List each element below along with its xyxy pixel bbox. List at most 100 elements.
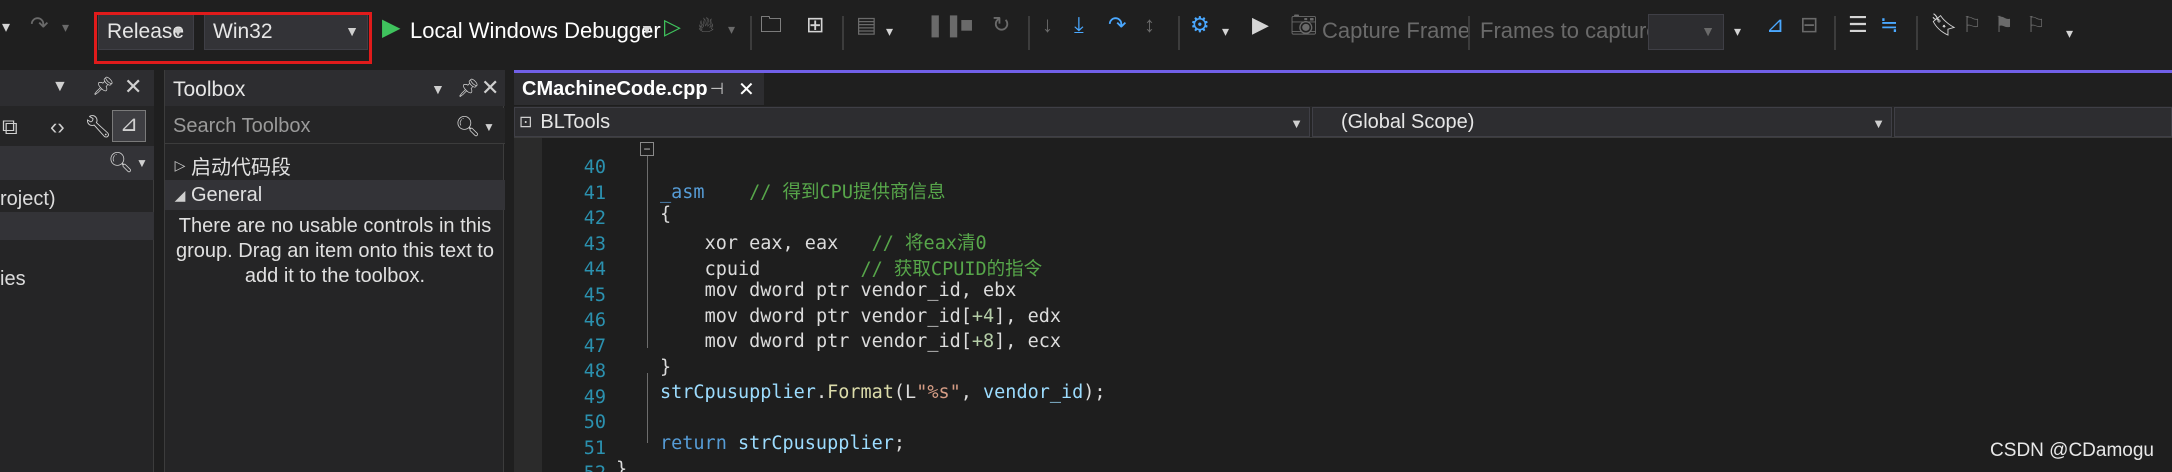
window-position-dropdown-icon[interactable]: ▼ (431, 81, 445, 97)
dropdown-arrow-icon[interactable]: ▾ (2, 20, 10, 36)
code-line-42[interactable]: 42 xor eax, eax // 将eax清0 (514, 187, 2172, 254)
window-position-dropdown-icon[interactable]: ▼ (52, 78, 68, 96)
tab-cmachinecode-cpp[interactable]: CMachineCode.cpp ⊣ ✕ (514, 73, 764, 105)
step-over-icon[interactable]: ↷ (1108, 14, 1126, 36)
code-line-45[interactable]: 45 mov dword ptr vendor_id[+4], edx (514, 264, 2172, 327)
clear-bookmarks-icon[interactable]: ⚐ (2026, 14, 2046, 36)
toolbox-title-bar: Toolbox ▼ 📌︎ ✕ (165, 70, 505, 106)
hot-reload-dropdown-icon[interactable]: ▾ (728, 22, 735, 36)
show-code-icon[interactable]: ‹› (50, 114, 65, 140)
tree-item-selected[interactable] (0, 212, 154, 240)
collapse-all-icon[interactable]: ⧉ (2, 114, 18, 140)
solution-explorer-panel: ▼ 📌︎ ✕ ⧉ ‹› 🔧︎ ⊿ 🔍︎ ▼ roject) ies (0, 70, 154, 472)
step-over-arrow-icon[interactable]: ↓ (1042, 14, 1053, 36)
start-debugging-play-icon[interactable]: ▶ (382, 16, 400, 40)
hot-reload-icon[interactable]: 🔥︎ (698, 14, 714, 36)
code-line-51[interactable]: 51 } (514, 417, 2172, 472)
chevron-down-icon: ▼ (1701, 23, 1715, 39)
code-text-area[interactable]: − 40 _asm // 得到CPU提供商信息 41 { 42 xor eax,… (514, 138, 2172, 472)
diagnostic-dropdown-icon[interactable]: ▾ (1222, 24, 1229, 38)
code-line-48[interactable]: 48 strCpusupplier.Format(L"%s", vendor_i… (514, 340, 2172, 403)
redo-dropdown-icon[interactable]: ▾ (62, 20, 69, 34)
project-combo-value: BLTools (540, 110, 611, 133)
diagnostic-tools-icon[interactable]: ⚙ (1190, 14, 1210, 36)
toolbox-group-general[interactable]: ◢ General (165, 180, 505, 210)
solution-explorer-title-bar: ▼ 📌︎ ✕ (0, 70, 154, 106)
layout-icon[interactable]: ⊟ (1800, 14, 1818, 36)
overflow-dropdown-icon[interactable]: ▾ (886, 24, 893, 38)
stop-icon[interactable]: ■ (960, 14, 973, 36)
collapse-triangle-icon[interactable]: ◢ (169, 187, 191, 204)
pin-tab-icon[interactable]: ⊣ (710, 79, 724, 99)
tree-item-project[interactable]: roject) (0, 188, 56, 211)
camera-icon[interactable]: 📷︎ (1290, 14, 1318, 36)
frames-to-capture-combo[interactable]: ▼ (1648, 14, 1724, 50)
code-line-41[interactable]: 41 { (514, 162, 2172, 225)
expand-triangle-icon[interactable]: ▷ (169, 157, 191, 174)
code-line-47[interactable]: 47 } (514, 315, 2172, 378)
project-combo[interactable]: ⊡ BLTools ▼ (514, 107, 1310, 137)
code-line-52[interactable]: 52 (514, 442, 2172, 472)
toolbox-search-box[interactable]: Search Toolbox 🔍︎ ▼ (165, 108, 505, 144)
close-icon[interactable]: ✕ (481, 75, 499, 101)
toolbar-separator (750, 16, 752, 50)
document-icon[interactable]: ▤ (856, 14, 877, 36)
chevron-down-icon: ▼ (1290, 116, 1303, 131)
main-toolbar: ▾ ↷ ▾ Release ▼ Win32 ▼ ▶ Local Windows … (0, 0, 2172, 66)
member-combo[interactable] (1894, 107, 2172, 137)
search-icon[interactable]: 🔍︎ (455, 114, 480, 139)
code-editor: CMachineCode.cpp ⊣ ✕ ⊡ BLTools ▼ (Global… (514, 70, 2172, 472)
toolbar-overflow-icon[interactable]: ▾ (2066, 26, 2073, 40)
pin-icon[interactable]: 📌︎ (457, 78, 480, 99)
frames-dropdown-icon[interactable]: ▾ (1734, 24, 1741, 38)
restart-icon[interactable]: ↻ (992, 14, 1010, 36)
local-windows-debugger-button[interactable]: Local Windows Debugger (410, 18, 661, 44)
project-icon: ⊡ (519, 114, 533, 131)
annotation-highlight-box (94, 12, 372, 64)
code-line-50[interactable]: 50 return strCpusupplier; (514, 391, 2172, 454)
close-tab-icon[interactable]: ✕ (738, 77, 755, 102)
search-options-dropdown-icon[interactable]: ▼ (136, 156, 148, 170)
tree-item-dependencies[interactable]: ies (0, 268, 26, 291)
scope-combo-value: (Global Scope) (1341, 110, 1475, 133)
frames-to-capture-label: Frames to capture: (1480, 18, 1665, 43)
toolbox-group-snippets[interactable]: ▷ 启动代码段 (165, 150, 505, 180)
code-line-43[interactable]: 43 cpuid // 获取CPUID的指令 (514, 213, 2172, 280)
toolbox-panel: Toolbox ▼ 📌︎ ✕ Search Toolbox 🔍︎ ▼ ▷ 启动代… (164, 70, 505, 472)
step-out-icon[interactable]: ↕ (1144, 14, 1155, 36)
code-line-40[interactable]: 40 _asm // 得到CPU提供商信息 (514, 136, 2172, 203)
pin-icon[interactable]: 📌︎ (92, 76, 115, 97)
chevron-down-icon: ▼ (1872, 116, 1885, 131)
capture-frame-button[interactable]: Capture Frame (1322, 18, 1470, 44)
start-without-debugging-icon[interactable]: ▷ (664, 16, 681, 38)
scope-combo[interactable]: (Global Scope) ▼ (1312, 107, 1892, 137)
toolbox-group-label: 启动代码段 (191, 156, 291, 179)
close-icon[interactable]: ✕ (124, 74, 142, 100)
toolbar-separator (1834, 16, 1836, 50)
pause-icon[interactable]: ❚❚ (926, 14, 963, 36)
document-tab-strip: CMachineCode.cpp ⊣ ✕ (514, 73, 2172, 105)
comment-lines-icon[interactable]: ☰ (1848, 14, 1868, 36)
code-line-46[interactable]: 46 mov dword ptr vendor_id[+8], ecx (514, 289, 2172, 352)
open-folder-icon[interactable]: 🗀 (760, 14, 782, 36)
toolbox-group-label: General (191, 183, 263, 206)
toolbox-search-input[interactable]: Search Toolbox (173, 115, 311, 138)
browser-window-icon[interactable]: ⊞ (806, 14, 824, 36)
uncomment-lines-icon[interactable]: ≒ (1880, 14, 1898, 36)
tab-label: CMachineCode.cpp (522, 77, 708, 100)
preview-selected-items-icon[interactable]: ⊿ (112, 110, 146, 142)
previous-bookmark-icon[interactable]: ⚐ (1962, 14, 1982, 36)
redo-icon[interactable]: ↷ (30, 14, 48, 36)
code-line-49[interactable]: 49 (514, 366, 2172, 408)
solution-explorer-search[interactable]: 🔍︎ ▼ (0, 146, 154, 180)
code-line-44[interactable]: 44 mov dword ptr vendor_id, ebx (514, 238, 2172, 301)
step-into-icon[interactable]: ⤓ (1074, 14, 1084, 36)
toggle-marker-icon[interactable]: ⊿ (1766, 14, 1784, 36)
search-options-dropdown-icon[interactable]: ▼ (483, 120, 495, 134)
properties-wrench-icon[interactable]: 🔧︎ (84, 114, 112, 140)
bookmark-icon[interactable]: 🔖︎ (1930, 14, 1958, 36)
debugger-dropdown-icon[interactable]: ▼ (640, 22, 654, 36)
next-bookmark-icon[interactable]: ⚑ (1994, 14, 2014, 36)
search-icon[interactable]: 🔍︎ (108, 150, 133, 175)
graphics-debug-icon[interactable]: ▶︎ (1252, 14, 1269, 36)
